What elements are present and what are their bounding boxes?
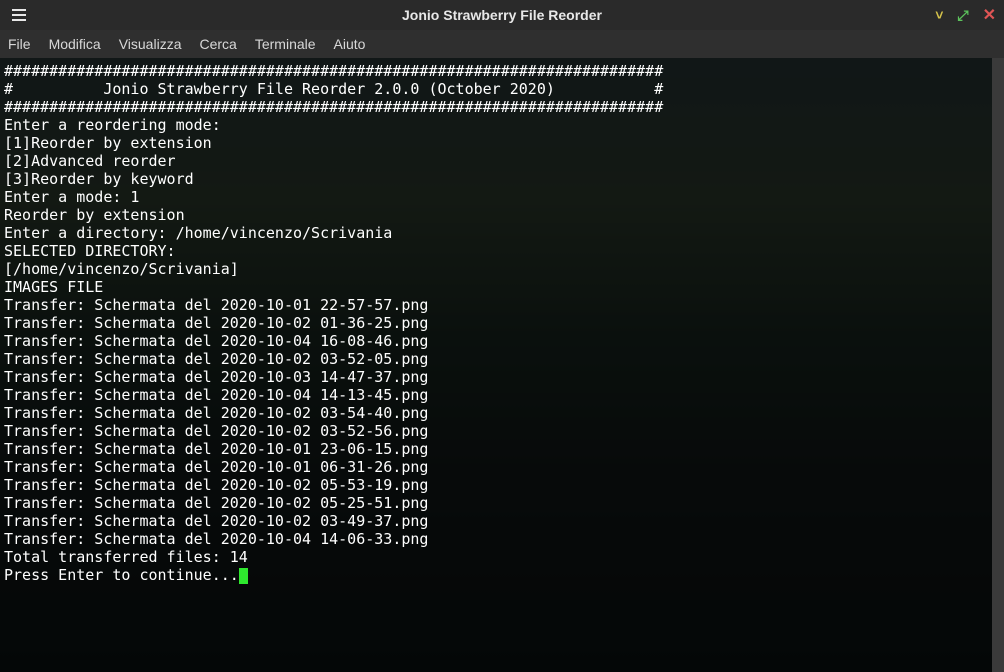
option-2: [2]Advanced reorder: [4, 152, 176, 170]
titlebar: Jonio Strawberry File Reorder ˅ ⤢ ✕: [0, 0, 1004, 30]
transfer-line: Transfer: Schermata del 2020-10-04 16-08…: [4, 332, 428, 350]
hamburger-icon[interactable]: [8, 5, 30, 25]
enter-dir: Enter a directory: /home/vincenzo/Scriva…: [4, 224, 392, 242]
option-3: [3]Reorder by keyword: [4, 170, 194, 188]
transfer-line: Transfer: Schermata del 2020-10-01 22-57…: [4, 296, 428, 314]
transfer-line: Transfer: Schermata del 2020-10-02 05-25…: [4, 494, 428, 512]
transfer-line: Transfer: Schermata del 2020-10-01 06-31…: [4, 458, 428, 476]
maximize-icon[interactable]: ⤢: [957, 7, 968, 24]
menu-terminale[interactable]: Terminale: [255, 36, 316, 52]
minimize-icon[interactable]: ˅: [935, 7, 943, 23]
mode-name: Reorder by extension: [4, 206, 185, 224]
transfer-line: Transfer: Schermata del 2020-10-02 03-52…: [4, 350, 428, 368]
enter-mode: Enter a mode: 1: [4, 188, 139, 206]
window-controls: ˅ ⤢ ✕: [935, 5, 996, 25]
continue-prompt: Press Enter to continue...: [4, 566, 239, 584]
banner-sep-top: ########################################…: [4, 62, 663, 80]
menu-file[interactable]: File: [8, 36, 31, 52]
transfer-line: Transfer: Schermata del 2020-10-04 14-13…: [4, 386, 428, 404]
transfer-line: Transfer: Schermata del 2020-10-02 05-53…: [4, 476, 428, 494]
menu-aiuto[interactable]: Aiuto: [334, 36, 366, 52]
menu-modifica[interactable]: Modifica: [49, 36, 101, 52]
cursor-block: [239, 568, 248, 584]
scrollbar[interactable]: [992, 58, 1004, 672]
selected-label: SELECTED DIRECTORY:: [4, 242, 176, 260]
option-1: [1]Reorder by extension: [4, 134, 212, 152]
transfer-line: Transfer: Schermata del 2020-10-04 14-06…: [4, 530, 428, 548]
dir-value: [/home/vincenzo/Scrivania]: [4, 260, 239, 278]
transfer-line: Transfer: Schermata del 2020-10-01 23-06…: [4, 440, 428, 458]
transfer-line: Transfer: Schermata del 2020-10-02 03-52…: [4, 422, 428, 440]
window-title: Jonio Strawberry File Reorder: [0, 7, 1004, 23]
menu-visualizza[interactable]: Visualizza: [119, 36, 182, 52]
menu-cerca[interactable]: Cerca: [199, 36, 236, 52]
terminal-output[interactable]: ########################################…: [0, 58, 1004, 588]
banner-sep-bottom: ########################################…: [4, 98, 663, 116]
transfer-line: Transfer: Schermata del 2020-10-02 03-49…: [4, 512, 428, 530]
images-header: IMAGES FILE: [4, 278, 103, 296]
menubar: File Modifica Visualizza Cerca Terminale…: [0, 30, 1004, 58]
transfer-line: Transfer: Schermata del 2020-10-02 03-54…: [4, 404, 428, 422]
banner-line: # Jonio Strawberry File Reorder 2.0.0 (O…: [4, 80, 663, 98]
prompt-mode: Enter a reordering mode:: [4, 116, 221, 134]
close-icon[interactable]: ✕: [983, 5, 996, 25]
transfer-line: Transfer: Schermata del 2020-10-03 14-47…: [4, 368, 428, 386]
transfer-line: Transfer: Schermata del 2020-10-02 01-36…: [4, 314, 428, 332]
total-line: Total transferred files: 14: [4, 548, 248, 566]
